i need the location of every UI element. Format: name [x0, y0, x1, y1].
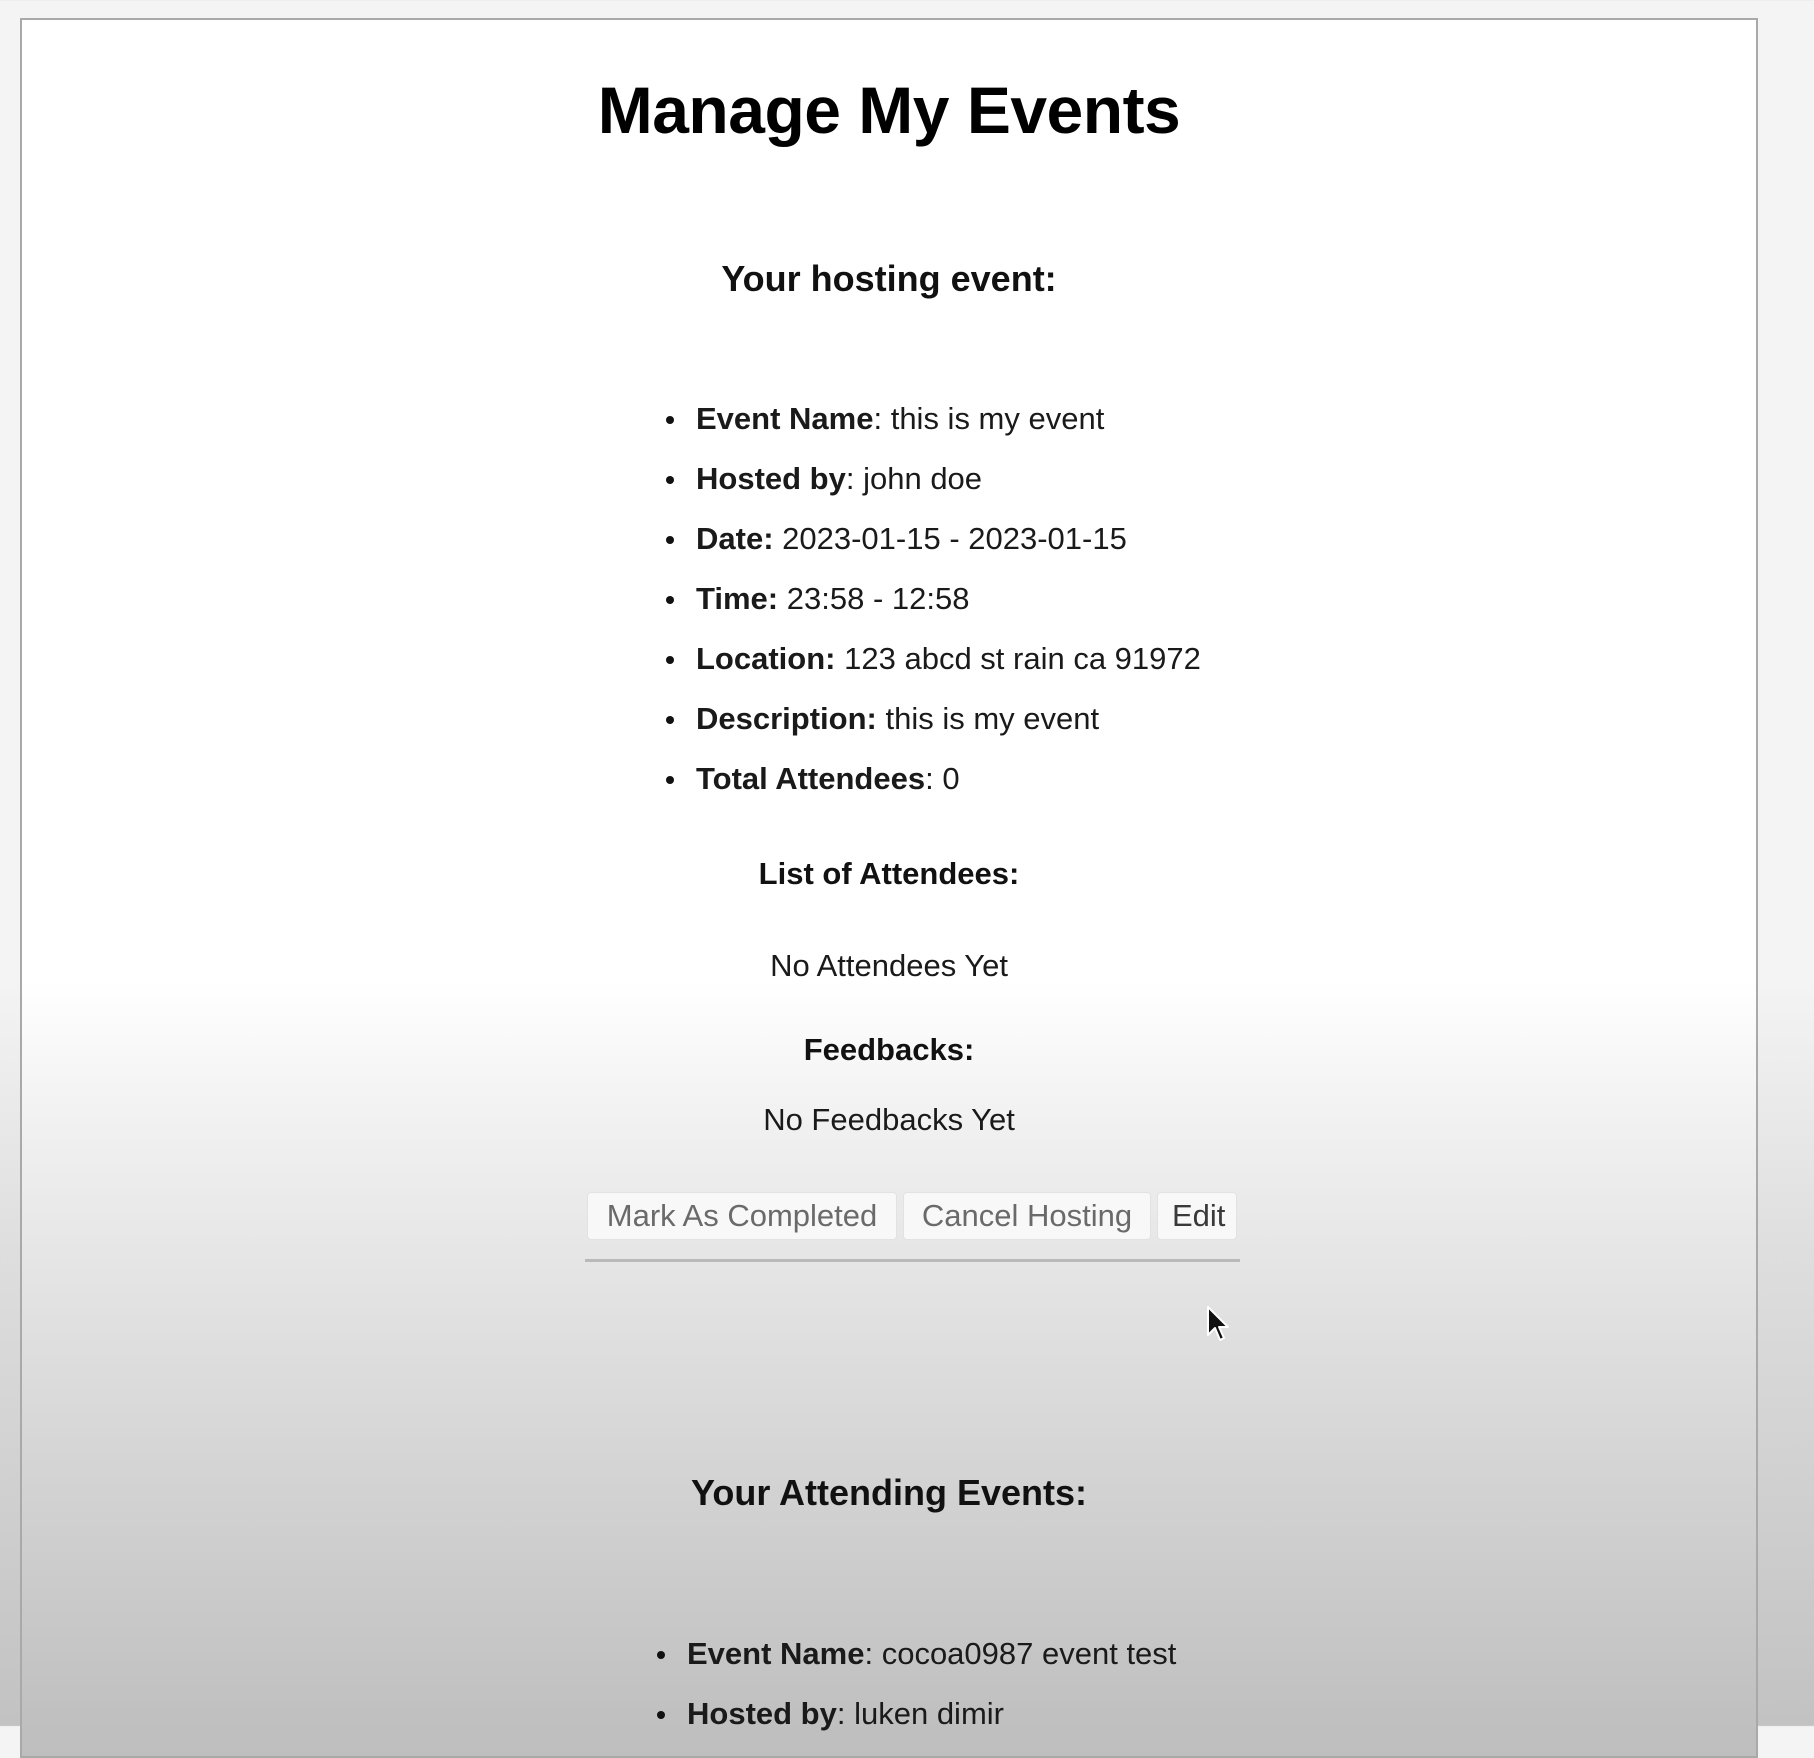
detail-item-total-attendees: Total Attendees: 0	[666, 760, 1201, 820]
detail-label: Hosted by	[696, 461, 846, 496]
feedbacks-empty-text: No Feedbacks Yet	[763, 1102, 1015, 1137]
detail-value: 0	[942, 761, 960, 796]
detail-label: Date:	[696, 521, 774, 556]
hosting-action-bar: Mark As Completed Cancel Hosting Edit	[585, 1190, 1240, 1262]
detail-item-event-name: Event Name: cocoa0987 event test	[657, 1635, 1176, 1695]
detail-value: 123 abcd st rain ca 91972	[844, 641, 1201, 676]
hosting-section-heading: Your hosting event:	[721, 258, 1057, 299]
edit-button[interactable]: Edit	[1157, 1192, 1237, 1240]
detail-value: this is my event	[885, 701, 1100, 736]
detail-label: Description:	[696, 701, 877, 736]
detail-item-hosted-by: Hosted by: luken dimir	[657, 1695, 1176, 1755]
detail-separator: :	[925, 761, 943, 796]
feedbacks-heading: Feedbacks:	[803, 1032, 975, 1067]
detail-item-description: Description: this is my event	[666, 700, 1201, 760]
detail-separator: :	[845, 461, 864, 496]
attendees-heading: List of Attendees:	[758, 856, 1020, 891]
detail-item-location: Location: 123 abcd st rain ca 91972	[666, 640, 1201, 700]
mouse-pointer-icon	[1207, 1306, 1229, 1341]
detail-item-hosted-by: Hosted by: john doe	[666, 460, 1201, 520]
detail-separator: :	[873, 401, 891, 436]
page-frame: Manage My Events Your hosting event: Eve…	[20, 18, 1758, 1758]
cancel-hosting-button[interactable]: Cancel Hosting	[903, 1192, 1151, 1240]
page-title: Manage My Events	[597, 73, 1181, 147]
detail-value: 23:58 - 12:58	[786, 581, 970, 616]
mark-as-completed-button[interactable]: Mark As Completed	[587, 1192, 897, 1240]
detail-separator	[778, 581, 787, 616]
detail-separator	[774, 521, 783, 556]
detail-value: 2023-01-15 - 2023-01-15	[782, 521, 1127, 556]
detail-separator	[836, 641, 845, 676]
hosting-event-details: Event Name: this is my event Hosted by: …	[666, 400, 1201, 820]
detail-label: Time:	[696, 581, 779, 616]
detail-separator: :	[864, 1636, 882, 1671]
detail-item-event-name: Event Name: this is my event	[666, 400, 1201, 460]
detail-label: Location:	[696, 641, 836, 676]
detail-label: Event Name	[687, 1636, 865, 1671]
attending-event-details: Event Name: cocoa0987 event test Hosted …	[657, 1635, 1176, 1755]
detail-item-time: Time: 23:58 - 12:58	[666, 580, 1201, 640]
attendees-empty-text: No Attendees Yet	[770, 948, 1008, 983]
detail-value: john doe	[863, 461, 983, 496]
detail-label: Total Attendees	[696, 761, 926, 796]
detail-label: Event Name	[696, 401, 874, 436]
detail-item-date: Date: 2023-01-15 - 2023-01-15	[666, 520, 1201, 580]
attending-section-heading: Your Attending Events:	[691, 1472, 1087, 1513]
detail-value: this is my event	[890, 401, 1105, 436]
detail-value: cocoa0987 event test	[881, 1636, 1177, 1671]
